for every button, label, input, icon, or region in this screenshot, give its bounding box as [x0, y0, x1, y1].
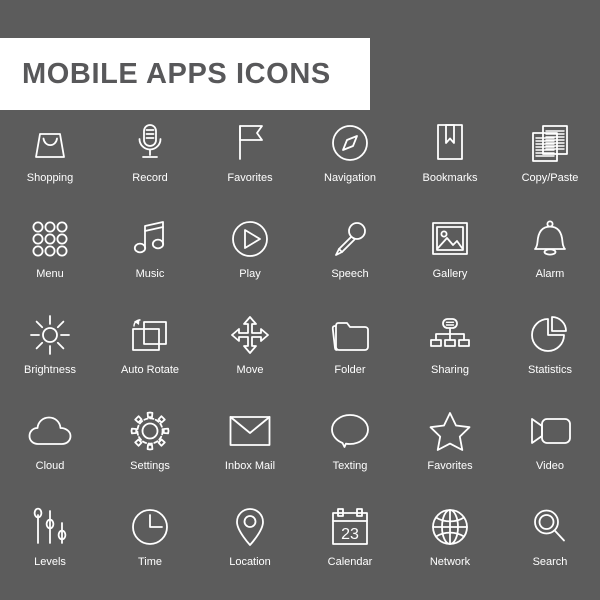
icon-label: Move [236, 364, 264, 376]
sun-icon [22, 310, 78, 360]
icon-label: Calendar [327, 556, 373, 568]
icon-label: Sharing [431, 364, 469, 376]
icon-grid: Shopping Record Favorites Navigation Boo… [0, 118, 600, 598]
icon-item-network[interactable]: Network [400, 502, 500, 598]
icon-item-sharing[interactable]: Sharing [400, 310, 500, 406]
icon-item-calendar[interactable]: 23 Calendar [300, 502, 400, 598]
documents-stack-icon [522, 118, 578, 168]
icon-label: Settings [130, 460, 170, 472]
icon-label: Play [239, 268, 261, 280]
calendar-icon: 23 [322, 502, 378, 552]
flag-icon [222, 118, 278, 168]
icon-item-shopping[interactable]: Shopping [0, 118, 100, 214]
map-pin-icon [222, 502, 278, 552]
music-note-icon [122, 214, 178, 264]
icon-label: Alarm [535, 268, 565, 280]
icon-label: Cloud [35, 460, 65, 472]
icon-item-navigation[interactable]: Navigation [300, 118, 400, 214]
icon-item-video[interactable]: Video [500, 406, 600, 502]
handheld-microphone-icon [322, 214, 378, 264]
icon-item-texting[interactable]: Texting [300, 406, 400, 502]
icon-item-bookmarks[interactable]: Bookmarks [400, 118, 500, 214]
microphone-stand-icon [122, 118, 178, 168]
pie-chart-icon [522, 310, 578, 360]
page-title: MOBILE APPS ICONS [22, 57, 331, 90]
icon-item-search[interactable]: Search [500, 502, 600, 598]
icon-label: Auto Rotate [120, 364, 180, 376]
four-arrows-icon [222, 310, 278, 360]
icon-label: Shopping [26, 172, 74, 184]
icon-label: Levels [34, 556, 66, 568]
sliders-icon [22, 502, 78, 552]
envelope-icon [222, 406, 278, 456]
bookmark-page-icon [422, 118, 478, 168]
icon-item-auto-rotate[interactable]: Auto Rotate [100, 310, 200, 406]
icon-item-cloud[interactable]: Cloud [0, 406, 100, 502]
speech-bubble-icon [322, 406, 378, 456]
icon-item-time[interactable]: Time [100, 502, 200, 598]
icon-item-speech[interactable]: Speech [300, 214, 400, 310]
icon-label: Search [532, 556, 568, 568]
icon-item-statistics[interactable]: Statistics [500, 310, 600, 406]
icon-item-favorites-star[interactable]: Favorites [400, 406, 500, 502]
icon-sheet: MOBILE APPS ICONS Shopping Record Favori… [0, 0, 600, 600]
compass-icon [322, 118, 378, 168]
photo-frame-icon [422, 214, 478, 264]
icon-label: Inbox Mail [224, 460, 276, 472]
play-circle-icon [222, 214, 278, 264]
icon-item-play[interactable]: Play [200, 214, 300, 310]
icon-label: Folder [334, 364, 366, 376]
icon-label: Gallery [432, 268, 468, 280]
icon-item-copy-paste[interactable]: Copy/Paste [500, 118, 600, 214]
icon-item-record[interactable]: Record [100, 118, 200, 214]
title-banner: MOBILE APPS ICONS [0, 38, 370, 110]
icon-item-favorites-flag[interactable]: Favorites [200, 118, 300, 214]
icon-label: Statistics [527, 364, 572, 376]
bell-icon [522, 214, 578, 264]
icon-label: Record [132, 172, 168, 184]
icon-item-menu[interactable]: Menu [0, 214, 100, 310]
icon-label: Copy/Paste [521, 172, 579, 184]
icon-label: Location [229, 556, 271, 568]
icon-item-move[interactable]: Move [200, 310, 300, 406]
star-icon [422, 406, 478, 456]
icon-label: Network [429, 556, 471, 568]
icon-item-settings[interactable]: Settings [100, 406, 200, 502]
icon-item-gallery[interactable]: Gallery [400, 214, 500, 310]
globe-icon [422, 502, 478, 552]
icon-item-folder[interactable]: Folder [300, 310, 400, 406]
icon-label: Menu [36, 268, 64, 280]
screen-rotate-icon [122, 310, 178, 360]
hierarchy-network-icon [422, 310, 478, 360]
icon-item-music[interactable]: Music [100, 214, 200, 310]
icon-item-alarm[interactable]: Alarm [500, 214, 600, 310]
icon-label: Music [135, 268, 165, 280]
icon-label: Video [536, 460, 564, 472]
magnifier-icon [522, 502, 578, 552]
icon-label: Favorites [427, 460, 473, 472]
grid-dots-icon [22, 214, 78, 264]
icon-label: Bookmarks [422, 172, 478, 184]
folder-icon [322, 310, 378, 360]
icon-label: Texting [332, 460, 368, 472]
icon-label: Time [137, 556, 163, 568]
clock-icon [122, 502, 178, 552]
icon-item-inbox-mail[interactable]: Inbox Mail [200, 406, 300, 502]
icon-label: Navigation [324, 172, 376, 184]
calendar-day-number: 23 [341, 526, 359, 543]
icon-label: Brightness [24, 364, 76, 376]
icon-item-location[interactable]: Location [200, 502, 300, 598]
icon-item-levels[interactable]: Levels [0, 502, 100, 598]
video-camera-icon [522, 406, 578, 456]
icon-label: Favorites [227, 172, 273, 184]
icon-item-brightness[interactable]: Brightness [0, 310, 100, 406]
icon-label: Speech [331, 268, 369, 280]
cloud-icon [22, 406, 78, 456]
gear-icon [122, 406, 178, 456]
shopping-bag-icon [22, 118, 78, 168]
